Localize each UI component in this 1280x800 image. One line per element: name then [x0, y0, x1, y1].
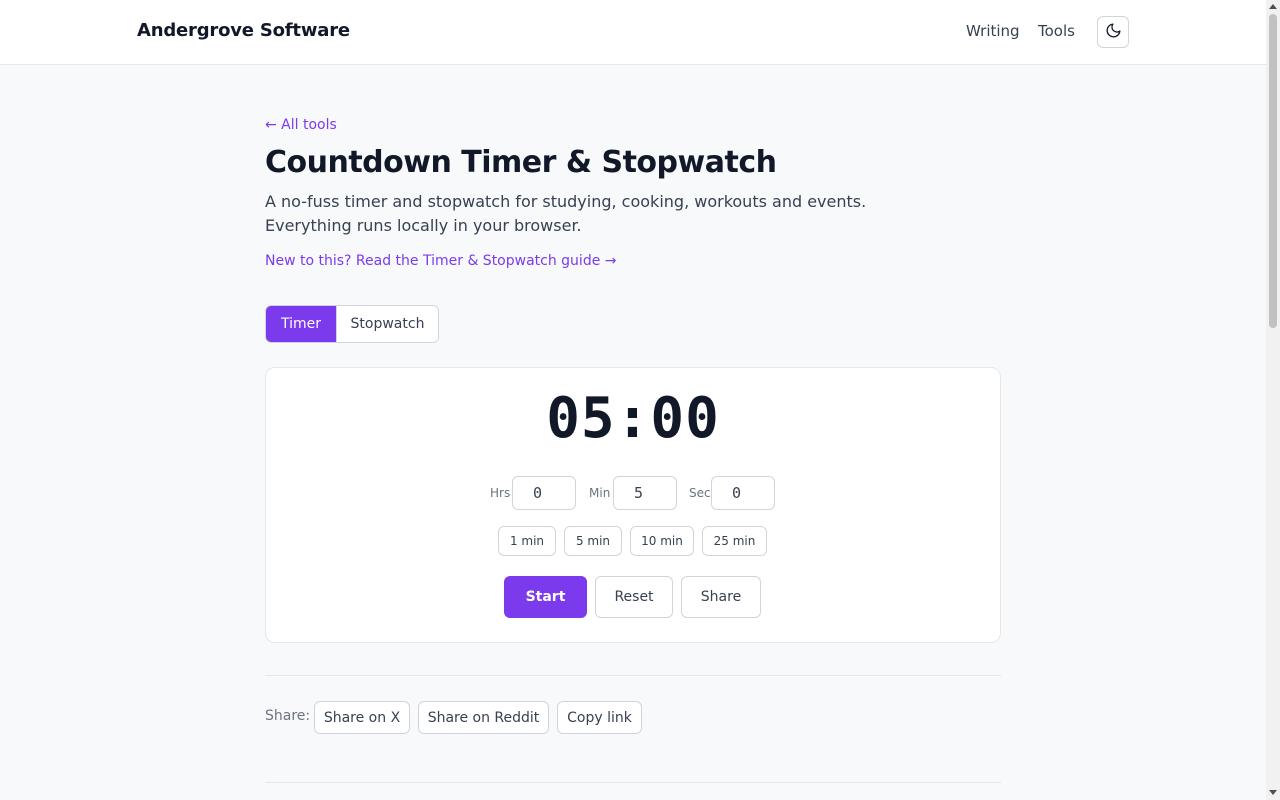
minutes-input[interactable] — [613, 476, 677, 510]
timer-display: 05:00 — [546, 386, 720, 451]
back-to-all-tools-link[interactable]: ← All tools — [265, 117, 337, 133]
page-scrollbar[interactable] — [1266, 0, 1280, 800]
brand-logo-link[interactable]: Andergrove Software — [137, 20, 350, 41]
reset-button[interactable]: Reset — [595, 576, 673, 618]
preset-10-min-button[interactable]: 10 min — [630, 526, 694, 556]
hours-label: Hrs — [490, 486, 511, 500]
nav-link-tools[interactable]: Tools — [1038, 22, 1075, 40]
timer-card: 05:00 Hrs Min Sec 1 min 5 min 10 min 25 … — [265, 367, 1001, 643]
tab-stopwatch[interactable]: Stopwatch — [336, 306, 438, 342]
copy-link-button[interactable]: Copy link — [557, 701, 642, 734]
preset-1-min-button[interactable]: 1 min — [498, 526, 556, 556]
scrollbar-thumb[interactable] — [1269, 14, 1277, 328]
start-button[interactable]: Start — [504, 576, 587, 618]
share-timer-button[interactable]: Share — [681, 576, 761, 618]
moon-icon — [1105, 22, 1122, 42]
divider — [265, 675, 1001, 676]
site-header: Andergrove Software Writing Tools — [0, 0, 1266, 65]
share-on-reddit-button[interactable]: Share on Reddit — [418, 701, 549, 734]
mode-tabs: Timer Stopwatch — [265, 305, 439, 343]
nav-link-writing[interactable]: Writing — [966, 22, 1020, 40]
seconds-input[interactable] — [711, 476, 775, 510]
guide-link[interactable]: New to this? Read the Timer & Stopwatch … — [265, 253, 617, 269]
scroll-down-arrow-icon[interactable] — [1269, 790, 1277, 795]
theme-toggle-button[interactable] — [1097, 16, 1129, 48]
seconds-label: Sec — [689, 486, 711, 500]
share-label: Share: — [265, 708, 311, 724]
minutes-label: Min — [589, 486, 611, 500]
scroll-up-arrow-icon[interactable] — [1269, 4, 1277, 9]
preset-25-min-button[interactable]: 25 min — [702, 526, 767, 556]
share-on-x-button[interactable]: Share on X — [314, 701, 410, 734]
divider — [265, 782, 1001, 783]
tab-timer[interactable]: Timer — [266, 306, 336, 342]
page-description: A no-fuss timer and stopwatch for studyi… — [265, 192, 867, 235]
page-title: Countdown Timer & Stopwatch — [265, 145, 777, 180]
preset-5-min-button[interactable]: 5 min — [564, 526, 622, 556]
hours-input[interactable] — [512, 476, 576, 510]
